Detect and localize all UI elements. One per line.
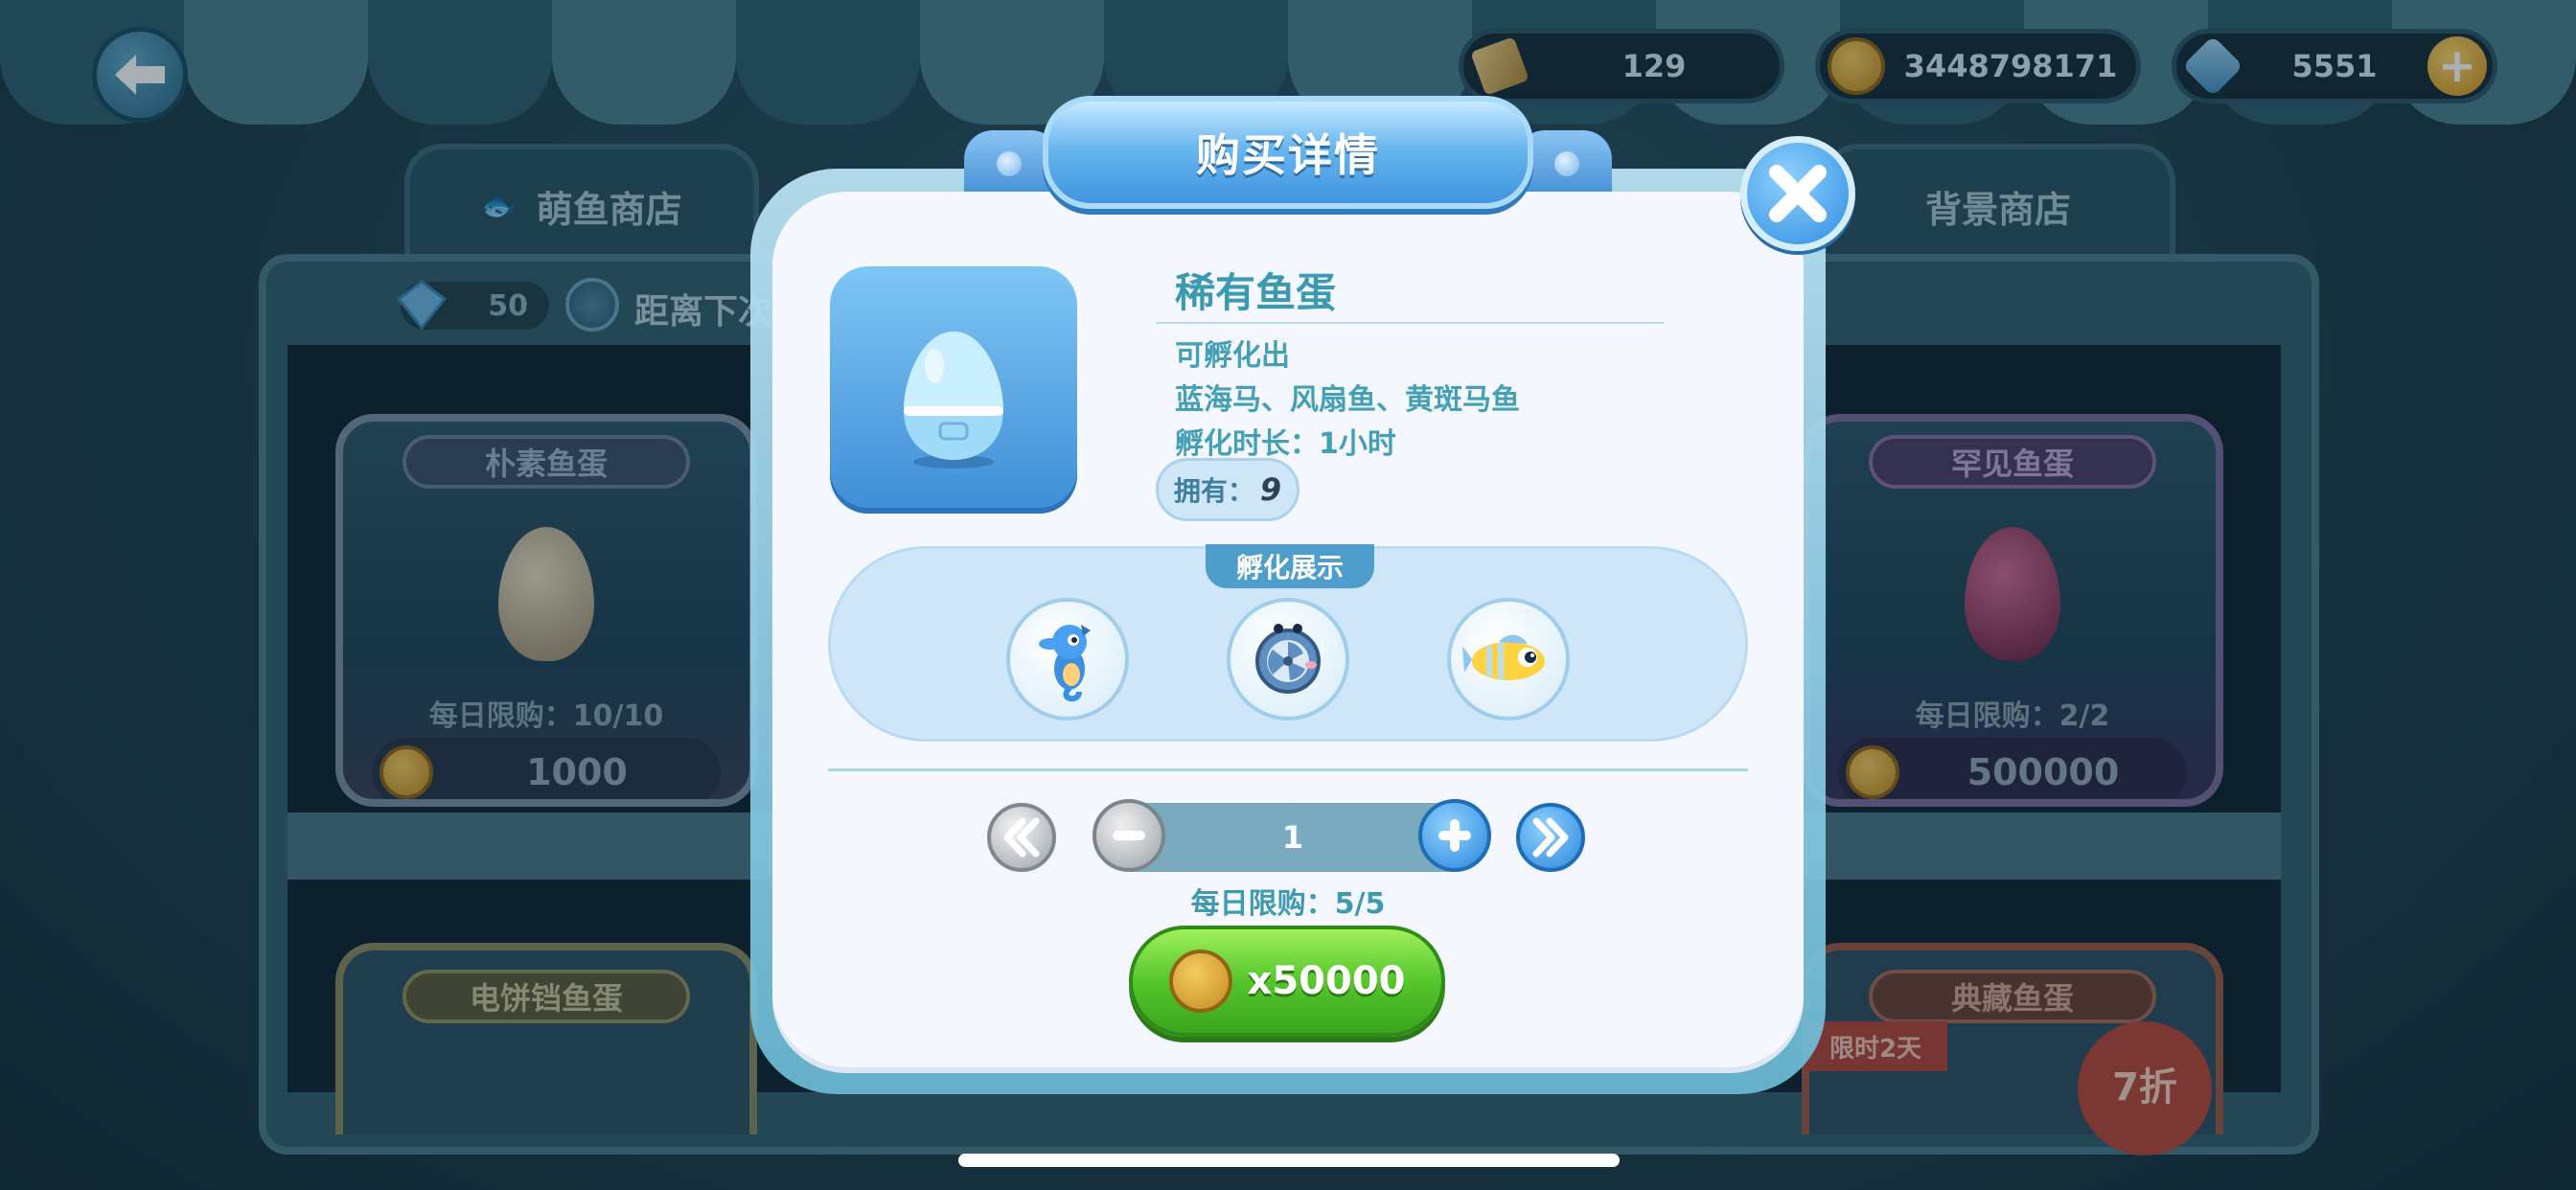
showcase-slot-zebrafish[interactable] [1447,598,1570,721]
max-quantity-button[interactable] [1516,803,1585,872]
blue-seahorse-icon [1039,625,1091,702]
egg-icon [904,332,1003,469]
buy-button[interactable]: x50000 [1129,926,1445,1037]
section-divider [828,768,1748,771]
home-indicator[interactable] [958,1154,1620,1167]
coin-icon [1168,950,1232,1013]
minus-icon [1113,831,1145,840]
close-button[interactable] [1740,136,1855,251]
owned-badge: 拥有： 9 [1156,458,1300,521]
daily-purchase-limit: 每日限购：5/5 [1190,887,1386,921]
hatch-duration: 孵化时长：1小时 [1175,427,1396,461]
item-name: 稀有鱼蛋 [1175,269,1337,316]
buy-price: x50000 [1247,959,1406,1003]
yellow-zebrafish-icon [1462,634,1545,680]
fan-fish-icon [1255,624,1321,694]
hatch-label: 可孵化出 [1175,339,1290,373]
close-icon [1769,165,1827,222]
owned-count: 9 [1259,471,1282,508]
plus-icon [1438,819,1471,852]
rare-egg-image [830,266,1077,514]
name-divider [1156,322,1664,324]
decrease-quantity-button[interactable] [1092,799,1165,872]
double-chevron-left-icon [1003,817,1040,858]
hatch-fish-list: 蓝海马、风扇鱼、黄斑马鱼 [1175,383,1520,417]
modal-header: 购买详情 [1043,96,1533,209]
min-quantity-button[interactable] [987,803,1056,872]
showcase-slot-fan-fish[interactable] [1227,598,1349,721]
showcase-slot-seahorse[interactable] [1006,598,1129,721]
owned-label: 拥有： [1173,475,1254,507]
double-chevron-right-icon [1532,817,1569,858]
showcase-label: 孵化展示 [1206,544,1374,588]
increase-quantity-button[interactable] [1418,799,1491,872]
modal-title: 购买详情 [1196,129,1380,181]
